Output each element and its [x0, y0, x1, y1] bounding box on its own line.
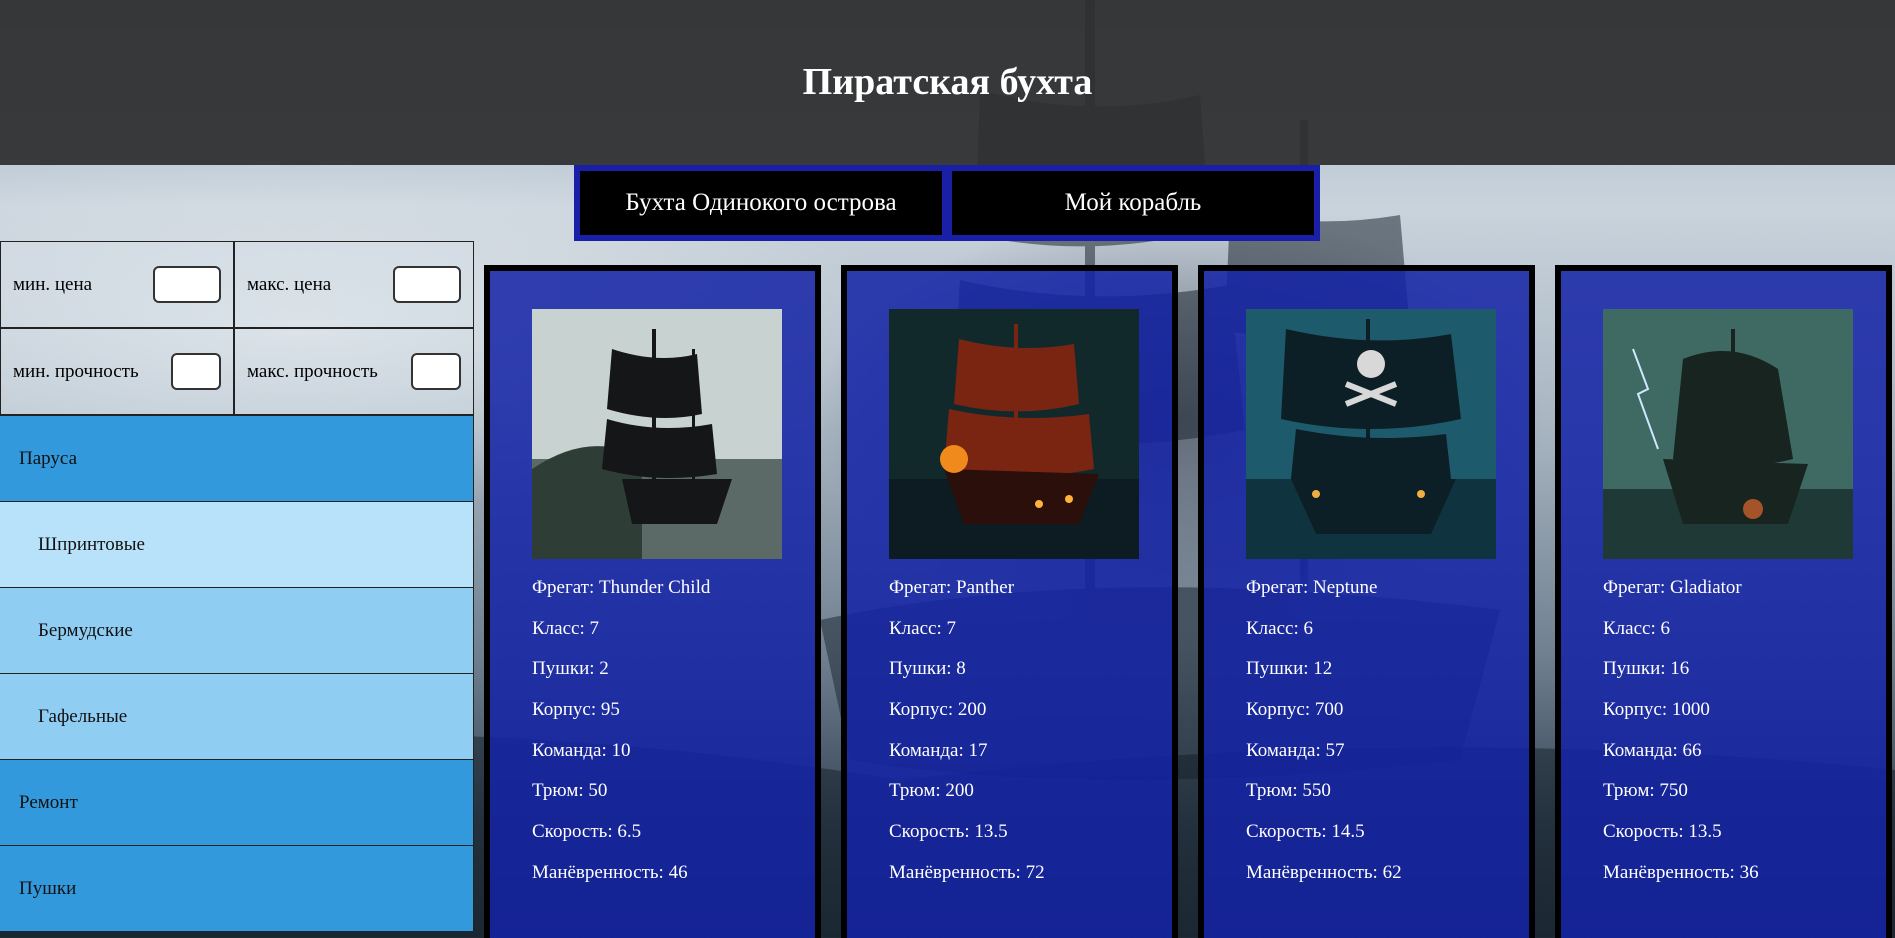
ship-image: [1603, 309, 1853, 559]
ship-guns: Пушки: 8: [889, 658, 966, 680]
ship-name: Фрегат: Panther: [889, 577, 1015, 598]
ship-guns: Пушки: 16: [1603, 658, 1690, 680]
min-durability-label: мин. прочность: [13, 360, 139, 382]
min-durability-filter: мин. прочность: [0, 328, 234, 415]
ship-hull: Корпус: 700: [1246, 699, 1344, 721]
tab-lonely-island-bay[interactable]: Бухта Одинокого острова: [574, 165, 948, 241]
ship-guns: Пушки: 2: [532, 658, 609, 680]
max-price-input[interactable]: [393, 266, 461, 303]
ship-hold: Трюм: 550: [1246, 780, 1331, 802]
ship-card[interactable]: Фрегат: Panther Класс: 7 Пушки: 8 Корпус…: [841, 265, 1178, 938]
ship-maneuverability: Манёвренность: 62: [1246, 861, 1402, 883]
max-durability-input[interactable]: [411, 353, 461, 390]
ship-crew: Команда: 17: [889, 739, 988, 761]
price-filter-row: мин. цена макс. цена: [0, 241, 474, 328]
ship-image: [889, 309, 1139, 559]
min-price-label: мин. цена: [13, 273, 93, 295]
ship-hold: Трюм: 200: [889, 780, 974, 802]
ship-card[interactable]: Фрегат: Gladiator Класс: 6 Пушки: 16 Кор…: [1555, 265, 1892, 938]
sidebar-item-sails[interactable]: Паруса: [0, 415, 474, 501]
min-price-filter: мин. цена: [0, 241, 234, 328]
ship-maneuverability: Манёвренность: 72: [889, 861, 1045, 883]
page-title: Пиратская бухта: [802, 60, 1093, 103]
ship-class: Класс: 7: [532, 617, 599, 639]
min-price-input[interactable]: [153, 266, 221, 303]
ship-name: Фрегат: Neptune: [1246, 577, 1378, 598]
ship-cards: Фрегат: Thunder Child Класс: 7 Пушки: 2 …: [484, 265, 1895, 938]
ship-name: Фрегат: Gladiator: [1603, 577, 1742, 598]
ship-card[interactable]: Фрегат: Thunder Child Класс: 7 Пушки: 2 …: [484, 265, 821, 938]
ship-image: [532, 309, 782, 559]
ship-crew: Команда: 66: [1603, 739, 1702, 761]
durability-filter-row: мин. прочность макс. прочность: [0, 328, 474, 415]
sidebar: мин. цена макс. цена мин. прочность макс…: [0, 241, 474, 938]
max-durability-label: макс. прочность: [247, 360, 378, 382]
sidebar-item-sprit-sails[interactable]: Шпринтовые: [0, 501, 474, 587]
ship-maneuverability: Манёвренность: 46: [532, 861, 688, 883]
ship-card[interactable]: Фрегат: Neptune Класс: 6 Пушки: 12 Корпу…: [1198, 265, 1535, 938]
ship-crew: Команда: 57: [1246, 739, 1345, 761]
ship-hull: Корпус: 95: [532, 699, 620, 721]
ship-crew: Команда: 10: [532, 739, 631, 761]
ship-class: Класс: 6: [1246, 617, 1313, 639]
ship-maneuverability: Манёвренность: 36: [1603, 861, 1759, 883]
max-price-label: макс. цена: [247, 273, 332, 295]
ship-speed: Скорость: 6.5: [532, 821, 642, 843]
sidebar-item-gaff-sails[interactable]: Гафельные: [0, 673, 474, 759]
ship-speed: Скорость: 13.5: [1603, 821, 1722, 843]
ship-name: Фрегат: Thunder Child: [532, 577, 711, 598]
ship-class: Класс: 7: [889, 617, 956, 639]
tab-my-ship[interactable]: Мой корабль: [946, 165, 1320, 241]
min-durability-input[interactable]: [171, 353, 221, 390]
main-nav: Бухта Одинокого острова Мой корабль: [574, 165, 1320, 241]
ship-speed: Скорость: 14.5: [1246, 821, 1365, 843]
ship-hold: Трюм: 50: [532, 780, 608, 802]
sidebar-item-bermuda-sails[interactable]: Бермудские: [0, 587, 474, 673]
sidebar-item-cannons[interactable]: Пушки: [0, 845, 474, 931]
ship-hull: Корпус: 1000: [1603, 699, 1710, 721]
ship-guns: Пушки: 12: [1246, 658, 1333, 680]
max-price-filter: макс. цена: [234, 241, 474, 328]
ship-hull: Корпус: 200: [889, 699, 987, 721]
sidebar-item-repair[interactable]: Ремонт: [0, 759, 474, 845]
ship-image: [1246, 309, 1496, 559]
ship-class: Класс: 6: [1603, 617, 1670, 639]
page-header: Пиратская бухта: [0, 0, 1895, 165]
max-durability-filter: макс. прочность: [234, 328, 474, 415]
ship-hold: Трюм: 750: [1603, 780, 1688, 802]
ship-speed: Скорость: 13.5: [889, 821, 1008, 843]
